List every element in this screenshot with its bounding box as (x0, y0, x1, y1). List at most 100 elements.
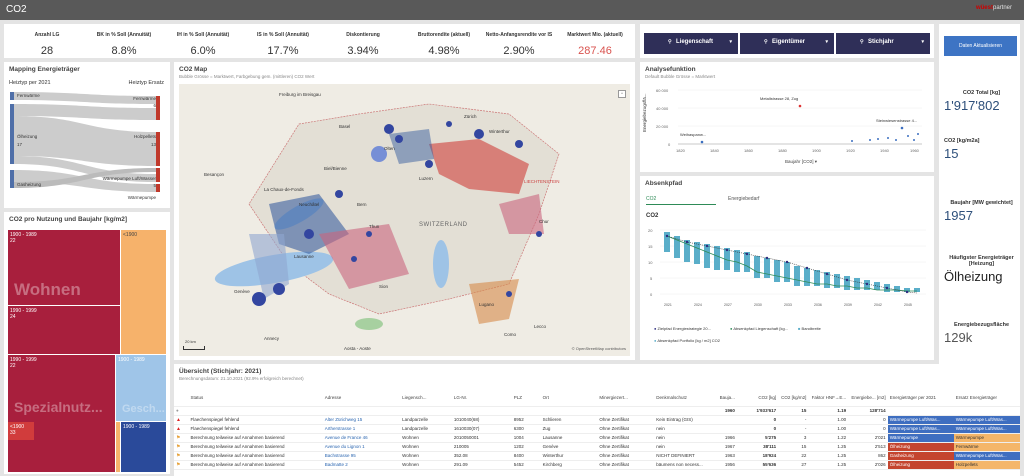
map-label: Chur (539, 219, 549, 224)
filter-eigentuemer[interactable]: ⚲ Eigentümer ▾ (740, 33, 834, 54)
table-header[interactable]: Ort (540, 390, 598, 407)
table-cell: Wärmepumpe Luft/Was... (953, 415, 1020, 425)
table-header[interactable]: Bauja... (716, 390, 737, 407)
table-cell[interactable]: Bachstrasse 95 (322, 451, 401, 461)
treemap-cell[interactable]: <1900 33 (8, 422, 34, 440)
table-row[interactable]: ⚑ Berechnung teilweise auf Annahmen basie… (174, 442, 1020, 452)
table-row[interactable]: ⚑ Berechnung teilweise auf Annahmen basie… (174, 433, 1020, 443)
table-cell: Gasheizung (887, 451, 954, 461)
table-row[interactable]: ▲ Flaechenspiegel fehlend Artherstrasse 1L… (174, 424, 1020, 434)
table-cell: 352.08 (451, 451, 512, 461)
table-cell: Wärmepumpe Luft/Was... (887, 415, 954, 425)
chevron-down-icon: ▾ (825, 39, 828, 45)
table-header[interactable]: Minergiezert... (597, 390, 655, 407)
svg-text:2042: 2042 (874, 303, 882, 307)
table-cell: 1.25 (808, 460, 849, 470)
table-cell: 1966 (716, 433, 737, 443)
kpi-energiebezugsflaeche: Energiebezugsfläche 129k (944, 322, 1010, 345)
table-cell: 0 (736, 415, 779, 425)
tab-co2[interactable]: CO2 (646, 196, 716, 205)
svg-text:1940: 1940 (880, 148, 890, 153)
treemap-cell[interactable]: 1900 - 1989 (121, 422, 166, 472)
map-label: Sion (379, 284, 389, 289)
table-cell: Wärmepumpe Luft/Was... (953, 451, 1020, 461)
table-header[interactable]: Energieträger per 2021 (887, 390, 954, 407)
filter-liegenschaft[interactable]: ⚲ Liegenschaft ▾ (644, 33, 738, 54)
table-cell[interactable]: Artherstrasse 1 (322, 424, 401, 434)
tab-energiebedarf[interactable]: Energiebedarf (728, 196, 759, 202)
map-label: Winterthur (489, 129, 510, 134)
table-row[interactable]: ⚑ Berechnung teilweise auf Annahmen basie… (174, 451, 1020, 461)
filter-stichjahr[interactable]: ⚲ Stichjahr ▾ (836, 33, 930, 54)
table-cell[interactable]: Avenue du Lignon 1 (322, 442, 401, 452)
table-cell: 2'513 (848, 442, 888, 452)
map-label: Lecco (534, 324, 547, 329)
sankey-left-count: 17 (17, 142, 23, 147)
svg-text:1900: 1900 (812, 148, 822, 153)
table-header[interactable]: Faktor HNF→E... (808, 390, 849, 407)
sankey-left-label: Fernwärme (17, 93, 40, 98)
table-header[interactable]: LG-Nr. (451, 390, 512, 407)
sankey-diagram (10, 92, 160, 192)
table-cell: 55'636 (736, 460, 779, 470)
sankey-right-count: 5 (153, 183, 156, 188)
table-total-cell: 1'933'617 (736, 406, 779, 416)
table-row[interactable]: ⚑ Berechnung teilweise auf Annahmen basie… (174, 460, 1020, 470)
table-header[interactable]: CO2 [kg] (736, 390, 779, 407)
table-cell: Ohne Zertifikat (597, 433, 655, 443)
mapping-title: Mapping Energieträger (9, 66, 80, 73)
treemap-cell[interactable]: 1990 - 1999 22 Spezialnutz... (8, 355, 115, 472)
treemap-panel: CO2 pro Nutzung und Baujahr [kg/m2] 1900… (4, 212, 170, 474)
scatter-xlabel[interactable]: Baujahr [CO2] ▾ (785, 159, 817, 165)
table-totals-row: ● 1960 1'933'617 15 1.19 128'714 (174, 406, 1020, 416)
map-label: Zürich (464, 114, 477, 119)
expand-icon[interactable]: ▫ (618, 90, 626, 98)
svg-text:5: 5 (650, 276, 653, 281)
mapping-panel: Mapping Energieträger Heiztyp per 2021 H… (4, 62, 170, 208)
absenkpfad-chart: 20 15 10 5 0 2021 2024 2027 2030 2033 2036 2039 204… (648, 228, 926, 307)
absenkpfad-chart-title: CO2 (646, 213, 659, 219)
search-icon: ⚲ (764, 39, 768, 45)
table-title: Übersicht (Stichjahr: 2021) (179, 368, 262, 375)
treemap-cell[interactable]: 1990 - 1999 24 Wohnen (8, 280, 120, 354)
treemap-cell[interactable]: 1900 - 1989 Gesch... (116, 355, 166, 421)
warning-icon: ▲ (174, 415, 189, 425)
table-total-cell (654, 406, 717, 416)
chevron-down-icon: ▾ (921, 39, 924, 45)
kpi-energietraeger: Häufigster Energieträger [Heizung] Ölheiz… (944, 255, 1014, 284)
table-cell: 1004 (511, 433, 541, 443)
table-header[interactable]: Adresse (322, 390, 401, 407)
table-cell[interactable]: Badmatte 2 (322, 460, 401, 470)
map-label: Bern (357, 202, 367, 207)
refresh-button[interactable]: Daten Aktualisieren (944, 36, 1017, 56)
table-cell: Ohne Zertifikat (597, 442, 655, 452)
kpi-bk: BK in % Soll (Annuität) 8.8% (96, 32, 152, 57)
table-total-cell: 15 (778, 406, 809, 416)
map-label: Biel/Bienne (324, 166, 347, 171)
treemap-cell[interactable]: <1900 (121, 230, 166, 354)
table-header[interactable]: PLZ (511, 390, 541, 407)
table-header[interactable]: CO2 [kg/m2] (778, 390, 809, 407)
table-cell: Wohnen (400, 433, 452, 443)
table-header[interactable]: Status (188, 390, 323, 407)
table-cell[interactable]: Avenue de France 46 (322, 433, 401, 443)
table-cell: Wärmepumpe Luft/Was... (953, 424, 1020, 434)
treemap-big-label: Gesch... (122, 403, 165, 415)
table-header[interactable]: Ersatz Energieträger (953, 390, 1020, 407)
table-row[interactable]: ▲ Flaechenspiegel fehlend Alter Zürichweg … (174, 415, 1020, 425)
map-attribution: © OpenStreetMap contributors (571, 346, 626, 351)
table-cell: 210005 (451, 442, 512, 452)
treemap-cell[interactable] (116, 422, 120, 472)
map-label: LIECHTENSTEIN (524, 179, 560, 184)
table-header[interactable]: Liegensch... (400, 390, 452, 407)
table-header[interactable]: Denkmalschutz (654, 390, 717, 407)
table-cell: 1956 (716, 460, 737, 470)
table-cell[interactable]: Alter Zürichweg 15 (322, 415, 401, 425)
warning-icon: ▲ (174, 424, 189, 434)
table-header[interactable]: Energiebe... [m2] (848, 390, 888, 407)
map-canvas[interactable]: Basel Zürich Besançon La Chaux-de-Fonds … (179, 84, 630, 356)
table-cell: 38'111 (736, 442, 779, 452)
table-cell: Ohne Zertifikat (597, 424, 655, 434)
scatter-annotation: Metallstrasse 28, Zug (760, 96, 799, 101)
table-cell: 0 (848, 424, 888, 434)
